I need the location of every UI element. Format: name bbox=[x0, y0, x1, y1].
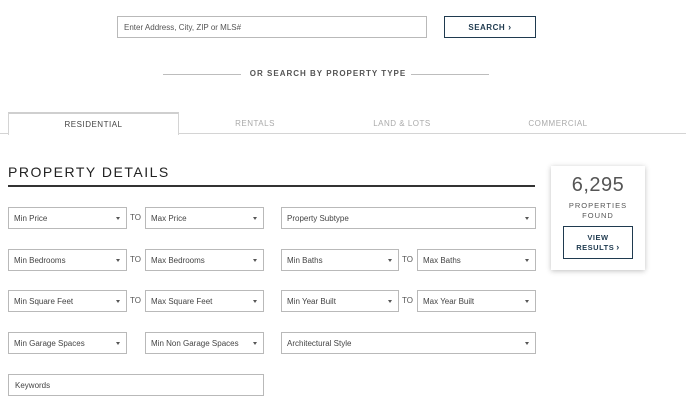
caret-down-icon bbox=[253, 342, 257, 345]
chevron-right-icon: › bbox=[508, 21, 512, 32]
max-bedrooms-select[interactable]: Max Bedrooms bbox=[145, 249, 264, 271]
max-price-select[interactable]: Max Price bbox=[145, 207, 264, 229]
results-card: 6,295 PROPERTIES FOUND VIEW RESULTS › bbox=[551, 166, 645, 270]
select-value: Max Baths bbox=[423, 255, 461, 265]
caret-down-icon bbox=[525, 217, 529, 220]
select-value: Architectural Style bbox=[287, 338, 352, 348]
search-button[interactable]: SEARCH › bbox=[444, 16, 536, 38]
tab-rentals[interactable]: RENTALS bbox=[180, 112, 330, 134]
select-value: Min Year Built bbox=[287, 296, 336, 306]
view-results-line2: RESULTS bbox=[576, 242, 615, 252]
min-garage-spaces-select[interactable]: Min Garage Spaces bbox=[8, 332, 127, 354]
select-value: Min Baths bbox=[287, 255, 323, 265]
to-label: TO bbox=[130, 296, 141, 305]
property-subtype-select[interactable]: Property Subtype bbox=[281, 207, 536, 229]
results-count: 6,295 bbox=[571, 174, 625, 196]
caret-down-icon bbox=[525, 259, 529, 262]
results-label-line1: PROPERTIES bbox=[568, 201, 628, 210]
tab-label: RENTALS bbox=[235, 118, 275, 128]
caret-down-icon bbox=[116, 342, 120, 345]
select-value: Max Price bbox=[151, 213, 187, 223]
min-year-built-select[interactable]: Min Year Built bbox=[281, 290, 399, 312]
caret-down-icon bbox=[388, 300, 392, 303]
section-title: PROPERTY DETAILS bbox=[8, 164, 170, 180]
tab-label: RESIDENTIAL bbox=[64, 120, 123, 129]
caret-down-icon bbox=[253, 259, 257, 262]
tab-label: COMMERCIAL bbox=[528, 118, 588, 128]
to-label: TO bbox=[402, 296, 413, 305]
select-value: Property Subtype bbox=[287, 213, 349, 223]
min-bedrooms-select[interactable]: Min Bedrooms bbox=[8, 249, 127, 271]
search-by-type-label: OR SEARCH BY PROPERTY TYPE bbox=[249, 69, 407, 78]
to-label: TO bbox=[130, 255, 141, 264]
architectural-style-select[interactable]: Architectural Style bbox=[281, 332, 536, 354]
tab-label: LAND & LOTS bbox=[373, 118, 431, 128]
select-value: Min Bedrooms bbox=[14, 255, 66, 265]
min-square-feet-select[interactable]: Min Square Feet bbox=[8, 290, 127, 312]
tab-land-lots[interactable]: LAND & LOTS bbox=[330, 112, 474, 134]
max-square-feet-select[interactable]: Max Square Feet bbox=[145, 290, 264, 312]
divider-line-right bbox=[411, 74, 489, 75]
caret-down-icon bbox=[116, 217, 120, 220]
tab-commercial[interactable]: COMMERCIAL bbox=[480, 112, 636, 134]
caret-down-icon bbox=[253, 217, 257, 220]
caret-down-icon bbox=[525, 300, 529, 303]
view-results-button[interactable]: VIEW RESULTS › bbox=[563, 226, 633, 259]
results-label-line2: FOUND bbox=[582, 211, 614, 220]
min-baths-select[interactable]: Min Baths bbox=[281, 249, 399, 271]
caret-down-icon bbox=[253, 300, 257, 303]
select-value: Max Year Built bbox=[423, 296, 475, 306]
to-label: TO bbox=[402, 255, 413, 264]
caret-down-icon bbox=[116, 300, 120, 303]
to-label: TO bbox=[130, 213, 141, 222]
select-value: Min Non Garage Spaces bbox=[151, 338, 239, 348]
select-value: Min Garage Spaces bbox=[14, 338, 85, 348]
section-rule bbox=[8, 185, 535, 187]
results-label: PROPERTIES FOUND bbox=[551, 201, 645, 221]
tab-residential[interactable]: RESIDENTIAL bbox=[8, 112, 179, 135]
min-non-garage-spaces-select[interactable]: Min Non Garage Spaces bbox=[145, 332, 264, 354]
chevron-right-icon: › bbox=[616, 242, 620, 252]
select-value: Max Bedrooms bbox=[151, 255, 205, 265]
select-value: Min Price bbox=[14, 213, 48, 223]
select-value: Max Square Feet bbox=[151, 296, 213, 306]
max-year-built-select[interactable]: Max Year Built bbox=[417, 290, 536, 312]
caret-down-icon bbox=[116, 259, 120, 262]
search-input[interactable] bbox=[117, 16, 427, 38]
min-price-select[interactable]: Min Price bbox=[8, 207, 127, 229]
search-button-label: SEARCH bbox=[468, 22, 506, 32]
select-value: Min Square Feet bbox=[14, 296, 74, 306]
view-results-line1: VIEW bbox=[587, 232, 609, 242]
max-baths-select[interactable]: Max Baths bbox=[417, 249, 536, 271]
caret-down-icon bbox=[525, 342, 529, 345]
keywords-input[interactable] bbox=[8, 374, 264, 396]
caret-down-icon bbox=[388, 259, 392, 262]
